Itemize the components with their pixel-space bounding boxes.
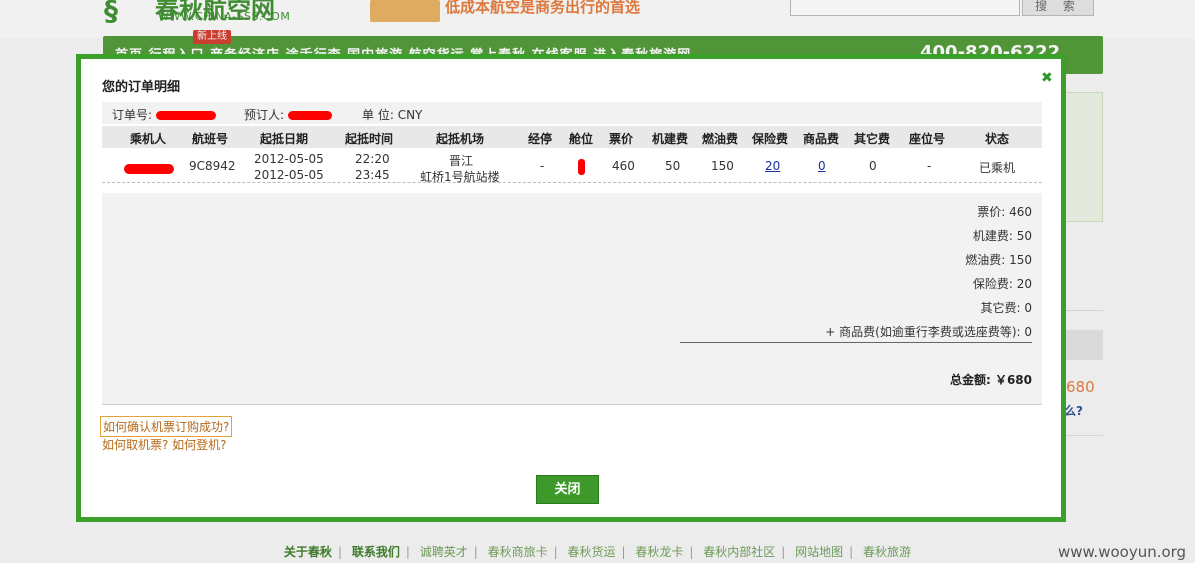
departure-date: 2012-05-05 <box>254 152 324 166</box>
close-icon[interactable]: ✖ <box>1041 71 1055 85</box>
price-summary: 票价: 460 机建费: 50 燃油费: 150 保险费: 20 其它费: 0 … <box>102 193 1042 405</box>
table-header: 乘机人 航班号 起抵日期 起抵时间 起抵机场 经停 舱位 票价 机建费 燃油费 … <box>102 126 1042 148</box>
summary-other: 其它费: 0 <box>980 301 1033 315</box>
departure-airport: 晋江 <box>449 154 474 168</box>
footer-link-about[interactable]: 关于春秋 <box>278 543 338 560</box>
summary-goods: + 商品费(如逾重行李费或选座费等): 0 <box>825 325 1032 339</box>
summary-fare: 票价: 460 <box>977 205 1032 219</box>
departure-time: 22:20 <box>355 152 390 166</box>
currency-value: CNY <box>397 108 423 122</box>
order-number-label: 订单号: <box>112 108 153 122</box>
summary-fuel: 燃油费: 150 <box>965 253 1032 267</box>
close-button[interactable]: 关闭 <box>536 475 599 504</box>
footer-link-cargo[interactable]: 春秋货运 <box>561 543 621 560</box>
help-pickup-link[interactable]: 如何取机票? 如何登机? <box>102 436 227 453</box>
redacted-cabin <box>578 159 585 175</box>
arrival-date: 2012-05-05 <box>254 168 324 182</box>
site-footer: 关于春秋 | 联系我们 | 诚聘英才 | 春秋商旅卡 | 春秋货运 | 春秋龙卡 | 春秋内… <box>0 543 1195 560</box>
column-header: 状态 <box>985 132 1010 146</box>
footer-link-careers[interactable]: 诚聘英才 <box>414 543 474 560</box>
airport-tax-value: 50 <box>665 159 681 173</box>
footer-link-sitemap[interactable]: 网站地图 <box>789 543 849 560</box>
goods-fee-link[interactable]: 0 <box>818 159 826 173</box>
order-info-bar: 订单号: 预订人: 单 位: CNY <box>102 102 1042 124</box>
column-header: 机建费 <box>652 132 689 146</box>
footer-link-community[interactable]: 春秋内部社区 <box>697 543 781 560</box>
order-number: 订单号: <box>112 106 216 123</box>
goods-fee-value[interactable]: 0 <box>818 159 826 173</box>
fare-value: 460 <box>612 159 635 173</box>
column-header: 起抵日期 <box>260 132 309 146</box>
column-header: 乘机人 <box>130 132 167 146</box>
redacted-passenger <box>124 163 174 174</box>
column-header: 起抵时间 <box>345 132 394 146</box>
currency-label: 单 位: <box>362 108 394 122</box>
order-detail-dialog: 您的订单明细 ✖ 订单号: 预订人: 单 位: CNY 乘机人 航班号 起抵日期… <box>76 54 1066 522</box>
column-header: 票价 <box>609 132 634 146</box>
summary-airport-tax: 机建费: 50 <box>972 229 1032 243</box>
status-badge: 已乘机 <box>979 161 1016 175</box>
footer-link-business-card[interactable]: 春秋商旅卡 <box>482 543 554 560</box>
watermark: www.wooyun.org <box>1058 543 1187 561</box>
passenger-name <box>124 161 174 175</box>
insurance-value[interactable]: 20 <box>765 159 780 173</box>
fuel-fee-value: 150 <box>711 159 734 173</box>
dialog-title: 您的订单明细 <box>102 80 181 95</box>
currency: 单 位: CNY <box>362 106 422 123</box>
flight-number: 9C8942 <box>189 159 236 173</box>
column-header: 燃油费 <box>702 132 739 146</box>
summary-insurance: 保险费: 20 <box>972 277 1032 291</box>
table-row: 9C8942 2012-05-05 2012-05-05 22:20 23:45… <box>102 149 1042 184</box>
arrival-airport: 虹桥1号航站楼 <box>420 170 500 184</box>
booker: 预订人: <box>244 106 332 123</box>
redacted-booker <box>287 111 332 120</box>
column-header: 商品费 <box>803 132 840 146</box>
other-fee-value: 0 <box>869 159 877 173</box>
column-header: 经停 <box>528 132 553 146</box>
column-header: 保险费 <box>752 132 789 146</box>
summary-divider <box>680 342 1032 343</box>
stopover: - <box>540 159 545 173</box>
summary-total: 总金额: ￥680 <box>949 373 1032 387</box>
booker-label: 预订人: <box>244 108 285 122</box>
footer-link-dragon-card[interactable]: 春秋龙卡 <box>629 543 689 560</box>
column-header: 其它费 <box>854 132 891 146</box>
column-header: 起抵机场 <box>436 132 485 146</box>
column-header: 舱位 <box>569 132 594 146</box>
cabin-class <box>578 159 585 175</box>
help-confirm-link[interactable]: 如何确认机票订购成功? <box>100 416 233 437</box>
column-header: 航班号 <box>192 132 229 146</box>
seat-number: - <box>927 159 932 173</box>
column-header: 座位号 <box>909 132 946 146</box>
footer-link-contact[interactable]: 联系我们 <box>346 543 406 560</box>
footer-link-travel[interactable]: 春秋旅游 <box>857 543 917 560</box>
redacted-order-number <box>155 111 216 120</box>
insurance-link[interactable]: 20 <box>765 159 780 173</box>
arrival-time: 23:45 <box>355 168 390 182</box>
